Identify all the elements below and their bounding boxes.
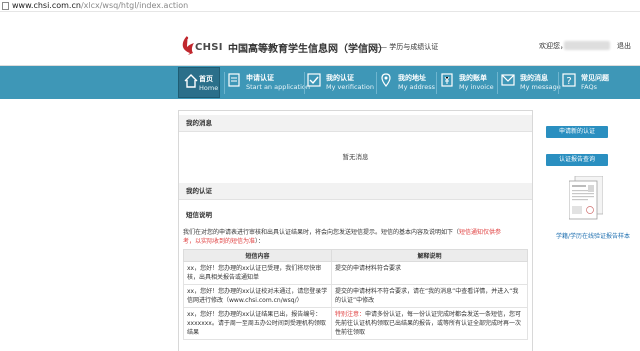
chsi-logo[interactable]: CHSI	[178, 34, 224, 56]
nav-label: 常见问题	[581, 74, 609, 82]
sample-report-link[interactable]: 学籍/学历在线验证报告样本	[556, 231, 630, 240]
site-header: CHSI 中国高等教育学生信息网（学信网） —— 学历与成绩认证 欢迎您， 退出	[0, 12, 640, 66]
nav-home[interactable]: 首页 Home	[178, 67, 220, 98]
site-title: 中国高等教育学生信息网（学信网）	[228, 44, 388, 55]
url-host: www.chsi.com.cn	[12, 1, 81, 10]
table-header-row: 短信内容 解释说明	[183, 249, 528, 262]
nav-divider	[304, 72, 305, 94]
messages-section-title: 我的消息	[179, 115, 532, 132]
nav-label: 我的地址	[398, 74, 426, 82]
nav-label-en: Home	[199, 84, 219, 92]
nav-address[interactable]: 我的地址 My address	[378, 67, 436, 98]
report-query-button[interactable]: 认证报告查询	[546, 154, 608, 166]
svg-text:?: ?	[566, 76, 571, 87]
sms-note-red-2: 考，以实际收到的短信为准	[183, 238, 256, 245]
address-icon	[381, 73, 391, 87]
sms-table: 短信内容 解释说明 xx，您好！您办理的xx认证已受理，我们将尽快审核，出具相关…	[183, 249, 528, 340]
nav-label: 我的账单	[459, 74, 487, 82]
page-icon	[2, 2, 9, 10]
sms-note-text: 我们在对您的申请表进行审核和出具认证结果时，将会向您发送短信提示。短信的基本内容…	[183, 229, 460, 236]
column-header: 短信内容	[183, 249, 332, 262]
invoice-icon	[441, 73, 453, 87]
nav-label-en: My address	[398, 83, 436, 91]
nav-label: 申请认证	[246, 74, 274, 82]
nav-verification[interactable]: 我的认证 My verification	[306, 67, 376, 98]
sms-note-line2: 考，以实际收到的短信为准）：	[183, 236, 264, 245]
verification-icon	[307, 73, 321, 87]
nav-invoice[interactable]: 我的账单 My invoice	[439, 67, 495, 98]
sms-content-cell: xx，您好！您办理的xx认证校对未通过，请您登录学信网进行修改（www.chsi…	[183, 284, 332, 308]
nav-apply[interactable]: 申请认证 Start an application	[226, 67, 310, 98]
nav-divider	[376, 72, 377, 94]
sms-explanation-cell: 提交的申请材料不符合要求，请在“我的消息”中查看详情，并进入“我的认证”中修改	[331, 284, 528, 308]
nav-message[interactable]: 我的消息 My message	[500, 67, 561, 98]
sms-note: 我们在对您的申请表进行审核和出具认证结果时，将会向您发送短信提示。短信的基本内容…	[183, 227, 501, 236]
no-messages-text: 暂无消息	[342, 153, 369, 161]
sms-explanation-cell: 提交的申请材料符合要求	[331, 261, 528, 285]
welcome-text: 欢迎您，	[539, 42, 567, 50]
nav-label-en: My message	[520, 83, 561, 91]
sms-note-red: 短信通知仅供参	[459, 229, 502, 236]
url-path: /xlcx/wsq/htgl/index.action	[80, 1, 189, 10]
sms-content-cell: xx，您好！您办理的xx认证已受理，我们将尽快审核，出具相关报告或通知单	[183, 261, 332, 285]
logout-link[interactable]: 退出	[617, 41, 631, 51]
username-redacted	[564, 41, 610, 50]
faq-icon: ?	[562, 73, 576, 87]
nav-faq[interactable]: ? 常见问题 FAQs	[561, 67, 617, 98]
table-row: xx，您好！您办理的xx认证结果已出，报告编号：xxxxxxx。请于周一至周五办…	[183, 307, 528, 340]
sms-content-cell: xx，您好！您办理的xx认证结果已出，报告编号：xxxxxxx。请于周一至周五办…	[183, 307, 332, 340]
certification-section-title: 我的认证	[179, 183, 532, 200]
sms-explanation-cell: 特别注意：申请多份认证，每一份认证完成时都会发送一条短信，您可先前往认证机构领取…	[331, 307, 528, 340]
column-header: 解释说明	[331, 249, 528, 262]
bird-logo-icon	[182, 36, 194, 55]
nav-divider	[224, 72, 225, 94]
nav-divider	[436, 72, 437, 94]
sms-section-title: 短信说明	[186, 211, 212, 219]
url-text[interactable]: www.chsi.com.cn/xlcx/wsq/htgl/index.acti…	[12, 0, 188, 12]
site-subtitle: —— 学历与成绩认证	[373, 43, 439, 51]
nav-label-en: Start an application	[246, 83, 310, 91]
nav-label-en: My invoice	[459, 83, 494, 91]
nav-divider	[558, 72, 559, 94]
nav-label-en: My verification	[326, 83, 374, 91]
main-nav: 首页 Home 申请认证 Start an application 我的认证 M…	[0, 66, 640, 99]
apply-icon	[228, 73, 240, 87]
apply-new-certification-button[interactable]: 申请新的认证	[546, 126, 608, 138]
nav-label-en: FAQs	[581, 83, 597, 91]
message-icon	[501, 74, 515, 86]
table-row: xx，您好！您办理的xx认证校对未通过，请您登录学信网进行修改（www.chsi…	[183, 284, 528, 308]
table-row: xx，您好！您办理的xx认证已受理，我们将尽快审核，出具相关报告或通知单 提交的…	[183, 261, 528, 285]
sample-report-thumbnail[interactable]	[569, 176, 603, 220]
sms-note-tail: ）：	[255, 238, 265, 245]
home-icon	[184, 74, 198, 88]
nav-label: 我的认证	[326, 74, 354, 82]
nav-divider	[497, 72, 498, 94]
browser-address-bar[interactable]: www.chsi.com.cn/xlcx/wsq/htgl/index.acti…	[0, 0, 640, 12]
special-note-label: 特别注意：	[335, 311, 366, 318]
logo-text: CHSI	[195, 42, 223, 53]
nav-label: 首页	[199, 75, 213, 83]
nav-label: 我的消息	[520, 74, 548, 82]
main-content: 我的消息 暂无消息 我的认证 短信说明 我们在对您的申请表进行审核和出具认证结果…	[178, 110, 533, 351]
